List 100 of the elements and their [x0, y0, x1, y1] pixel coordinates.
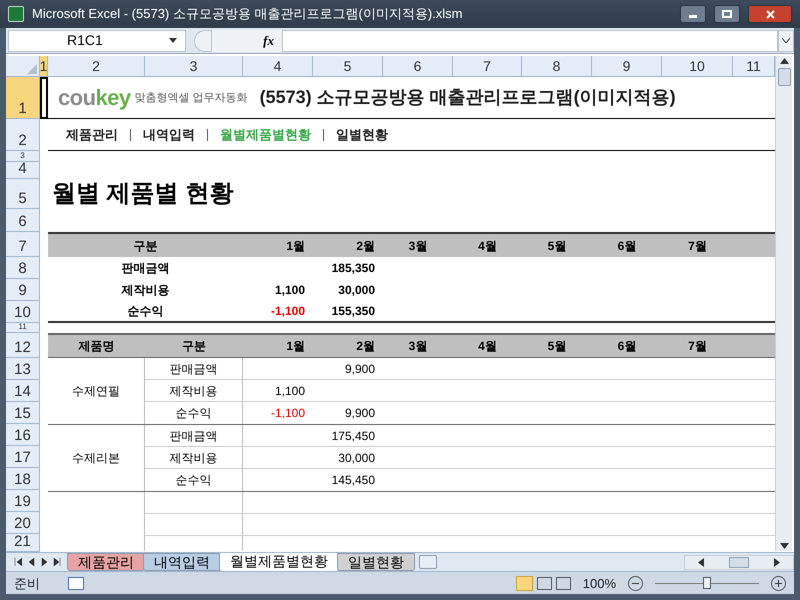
sheet-nav-icon[interactable] [53, 558, 61, 566]
value-text: 9,900 [344, 362, 375, 376]
expand-button[interactable] [778, 30, 794, 52]
zoom-in-button[interactable] [771, 576, 786, 591]
value-text: 155,350 [332, 304, 375, 318]
row-header[interactable]: 20 [6, 512, 40, 534]
row-label: 판매금액 [170, 360, 218, 378]
row-header[interactable]: 6 [6, 209, 40, 232]
down-arrow-icon [780, 543, 788, 550]
row-header[interactable]: 9 [6, 279, 40, 302]
value-text: 1,100 [274, 283, 305, 298]
vertical-scrollbar[interactable] [775, 56, 792, 552]
zoom-slider[interactable] [655, 576, 759, 590]
zoom-out-button[interactable] [628, 576, 643, 591]
value-text: 175,450 [332, 428, 375, 443]
column-heading: 7월 [687, 238, 708, 255]
product-name: 수제연필 [72, 383, 120, 400]
row-header[interactable]: 19 [6, 490, 40, 512]
triangle-icon [27, 64, 37, 74]
name-box[interactable]: R1C1 [8, 30, 186, 52]
column-header[interactable]: 10 [662, 56, 733, 78]
function-button[interactable]: fx [263, 31, 274, 51]
maximize-button[interactable] [714, 5, 740, 24]
column-header[interactable]: 2 [48, 56, 145, 78]
sheet-nav-icon[interactable] [14, 558, 22, 566]
formula-input[interactable] [282, 30, 778, 52]
row-header[interactable]: 11 [6, 323, 40, 334]
row-header[interactable]: 17 [6, 446, 40, 468]
row-label: 순수익 [176, 405, 212, 422]
column-heading: 3월 [408, 238, 428, 255]
row-header[interactable]: 18 [6, 468, 40, 490]
column-heading: 6월 [616, 338, 638, 356]
column-header[interactable]: 9 [592, 56, 662, 78]
nav-link[interactable]: 제품관리 [66, 125, 118, 145]
sheet-tab[interactable]: 제품관리 [67, 553, 145, 572]
zoom-level: 100% [582, 574, 616, 593]
left-arrow-icon [698, 558, 704, 567]
page-break-button[interactable] [556, 576, 571, 590]
close-button[interactable] [748, 5, 792, 24]
column-heading: 구분 [181, 338, 207, 356]
close-icon [766, 10, 774, 19]
nav-link[interactable]: 일별현황 [336, 125, 388, 145]
row-header[interactable]: 3 [6, 151, 40, 162]
value-text: 145,450 [332, 473, 375, 488]
column-heading: 5월 [546, 238, 568, 255]
row-header[interactable]: 16 [6, 424, 40, 446]
page-layout-button[interactable] [536, 576, 552, 590]
row-header[interactable]: 2 [6, 119, 40, 152]
value-text: 30,000 [338, 283, 375, 298]
column-header[interactable]: 6 [383, 56, 453, 78]
column-heading: 4월 [477, 238, 498, 255]
column-header[interactable]: 5 [313, 56, 383, 78]
row-header[interactable]: 14 [6, 380, 40, 402]
column-heading: 2월 [355, 238, 376, 255]
status-text: 준비 [14, 574, 40, 593]
sheet-tab[interactable]: 일별현황 [337, 553, 415, 572]
horizontal-scrollbar[interactable] [684, 554, 794, 570]
value-text: 30,000 [338, 450, 375, 465]
sheet-tab[interactable]: 내역입력 [143, 553, 221, 572]
row-header[interactable]: 13 [6, 358, 40, 380]
zoom-slider-thumb[interactable] [703, 577, 711, 590]
dropdown-caret-icon [169, 38, 177, 44]
nav-link[interactable]: 내역입력 [143, 125, 195, 145]
scrollbar-thumb[interactable] [728, 556, 749, 568]
scrollbar-thumb[interactable] [778, 68, 790, 86]
column-heading: 5월 [546, 338, 568, 356]
row-header[interactable]: 10 [6, 301, 40, 324]
window-title: Microsoft Excel - (5573) 소규모공방용 매출관리프로그램(이미지적용).xlsm [32, 5, 462, 24]
product-name: 수제리본 [72, 450, 120, 468]
column-header[interactable]: 4 [243, 56, 313, 78]
value-text: -1,100 [270, 406, 305, 420]
sheet-tab[interactable]: 월별제품별현황 [219, 552, 339, 572]
row-header[interactable]: 5 [6, 179, 40, 210]
row-label: 순수익 [128, 304, 164, 318]
value-text: 9,900 [344, 406, 375, 420]
row-header[interactable]: 12 [6, 333, 40, 358]
page-heading: 월별 제품별 현황 [52, 179, 234, 210]
row-header[interactable]: 8 [6, 257, 40, 280]
column-header[interactable]: 1 [40, 56, 48, 78]
right-arrow-icon [774, 558, 780, 567]
column-header[interactable]: 11 [733, 56, 775, 78]
column-heading: 3월 [408, 338, 428, 356]
selected-cell[interactable] [40, 77, 48, 120]
row-header[interactable]: 1 [6, 77, 40, 120]
column-header[interactable]: 3 [145, 56, 243, 78]
row-header[interactable]: 21 [6, 534, 40, 552]
value-text: 1,100 [274, 384, 305, 398]
column-heading: 6월 [616, 238, 638, 255]
row-header[interactable]: 15 [6, 402, 40, 424]
up-arrow-icon [780, 58, 788, 64]
minimize-button[interactable] [680, 5, 706, 24]
column-header[interactable]: 7 [453, 56, 522, 78]
column-header[interactable]: 8 [522, 56, 592, 78]
column-heading: 4월 [477, 338, 498, 356]
row-header[interactable]: 4 [6, 162, 40, 180]
logo: coukey [58, 84, 131, 112]
row-header[interactable]: 7 [6, 232, 40, 258]
column-heading: 2월 [355, 338, 376, 356]
row-label: 제작비용 [170, 382, 218, 400]
sheet-title: (5573) 소규모공방용 매출관리프로그램(이미지적용) [260, 86, 676, 110]
